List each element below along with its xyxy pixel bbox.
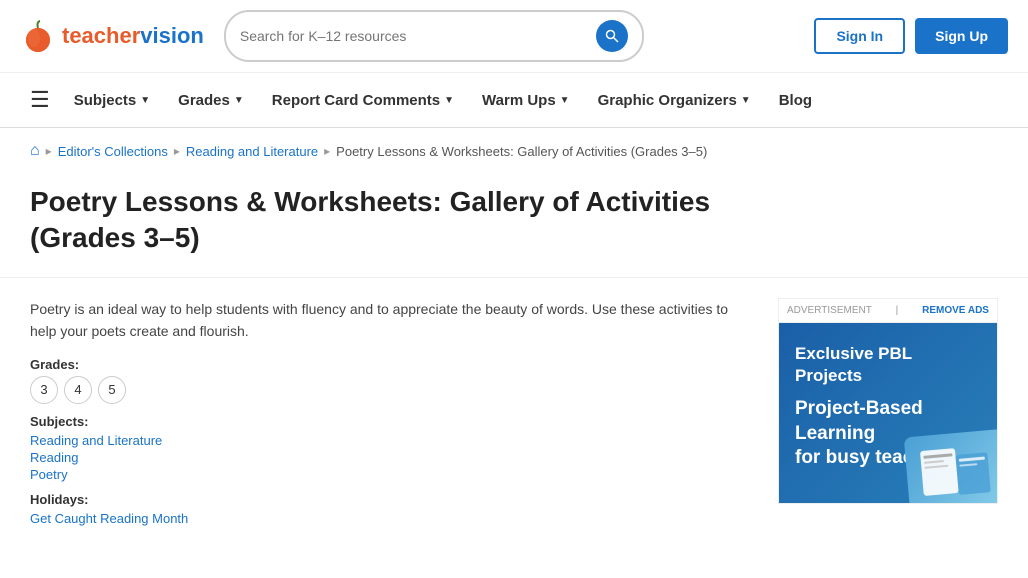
grade-badges: 3 4 5: [30, 376, 748, 404]
nav-blog[interactable]: Blog: [765, 76, 826, 125]
advertisement-label: ADVERTISEMENT: [787, 305, 872, 316]
search-bar[interactable]: [224, 10, 644, 62]
content-area: Poetry is an ideal way to help students …: [0, 298, 1028, 536]
hamburger-menu[interactable]: ☰: [20, 73, 60, 127]
ad-title: Exclusive PBL Projects: [795, 343, 981, 387]
ad-image-icon: [915, 439, 997, 502]
nav-report-card[interactable]: Report Card Comments ▼: [258, 76, 468, 125]
ad-header: ADVERTISEMENT | REMOVE ADS: [779, 299, 997, 323]
signin-button[interactable]: Sign In: [814, 18, 905, 54]
breadcrumb-home-link[interactable]: ⌂: [30, 142, 40, 160]
nav-warm-ups[interactable]: Warm Ups ▼: [468, 76, 584, 125]
nav-graphic-organizers[interactable]: Graphic Organizers ▼: [584, 76, 765, 125]
page-title: Poetry Lessons & Worksheets: Gallery of …: [0, 174, 760, 277]
nav-grades[interactable]: Grades ▼: [164, 76, 258, 125]
remove-ads-link[interactable]: REMOVE ADS: [922, 305, 989, 316]
breadcrumb-editors-collections-link[interactable]: Editor's Collections: [58, 144, 168, 159]
subjects-links: Reading and Literature Reading Poetry: [30, 433, 748, 482]
breadcrumb: ⌂ ▸ Editor's Collections ▸ Reading and L…: [0, 128, 1028, 174]
logo-apple-icon: [20, 18, 56, 54]
holidays-links: Get Caught Reading Month: [30, 511, 748, 526]
ad-image: [904, 429, 997, 503]
grade-badge-5[interactable]: 5: [98, 376, 126, 404]
grades-label: Grades:: [30, 357, 748, 372]
chevron-down-icon: ▼: [741, 95, 751, 106]
breadcrumb-reading-literature-link[interactable]: Reading and Literature: [186, 144, 318, 159]
logo-text: teachervision: [62, 23, 204, 49]
divider: [0, 277, 1028, 278]
breadcrumb-current: Poetry Lessons & Worksheets: Gallery of …: [336, 144, 707, 159]
nav-subjects[interactable]: Subjects ▼: [60, 76, 164, 125]
breadcrumb-separator: ▸: [324, 144, 330, 158]
ad-area: ADVERTISEMENT | REMOVE ADS Exclusive PBL…: [778, 298, 998, 504]
ad-content: Exclusive PBL Projects Project-Based Lea…: [779, 323, 997, 503]
main-nav: ☰ Subjects ▼ Grades ▼ Report Card Commen…: [0, 73, 1028, 128]
subject-poetry[interactable]: Poetry: [30, 467, 748, 482]
sidebar: ADVERTISEMENT | REMOVE ADS Exclusive PBL…: [778, 298, 998, 536]
header-actions: Sign In Sign Up: [814, 18, 1008, 54]
chevron-down-icon: ▼: [140, 95, 150, 106]
subject-reading-literature[interactable]: Reading and Literature: [30, 433, 748, 448]
subjects-label: Subjects:: [30, 414, 748, 429]
search-icon: [605, 29, 619, 43]
grade-badge-3[interactable]: 3: [30, 376, 58, 404]
holiday-get-caught-reading[interactable]: Get Caught Reading Month: [30, 511, 748, 526]
subject-reading[interactable]: Reading: [30, 450, 748, 465]
search-input[interactable]: [240, 28, 588, 44]
breadcrumb-separator: ▸: [174, 144, 180, 158]
signup-button[interactable]: Sign Up: [915, 18, 1008, 54]
holidays-section: Holidays: Get Caught Reading Month: [30, 492, 748, 526]
header: teachervision Sign In Sign Up: [0, 0, 1028, 73]
chevron-down-icon: ▼: [444, 95, 454, 106]
page-description: Poetry is an ideal way to help students …: [30, 298, 748, 343]
search-button[interactable]: [596, 20, 628, 52]
main-content: Poetry is an ideal way to help students …: [30, 298, 748, 536]
breadcrumb-separator: ▸: [46, 144, 52, 158]
home-icon: ⌂: [30, 142, 40, 159]
subjects-section: Subjects: Reading and Literature Reading…: [30, 414, 748, 482]
holidays-label: Holidays:: [30, 492, 748, 507]
logo[interactable]: teachervision: [20, 18, 204, 54]
grades-section: Grades: 3 4 5: [30, 357, 748, 404]
chevron-down-icon: ▼: [560, 95, 570, 106]
chevron-down-icon: ▼: [234, 95, 244, 106]
grade-badge-4[interactable]: 4: [64, 376, 92, 404]
